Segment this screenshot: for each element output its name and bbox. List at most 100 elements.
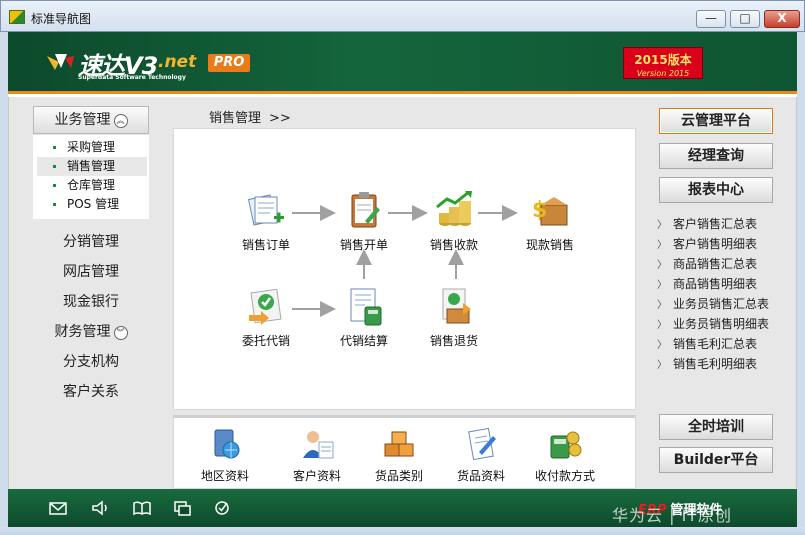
- report-link-customer-sales-summary[interactable]: 〉客户销售汇总表: [657, 215, 757, 232]
- submenu-item-sales[interactable]: 销售管理: [37, 157, 147, 176]
- logo-subtitle: Superdata Software Technology: [78, 74, 186, 81]
- report-link-label: 销售毛利汇总表: [673, 337, 758, 351]
- flow-node-sales-invoice[interactable]: 销售开单: [324, 189, 404, 253]
- window-frame-left: [0, 32, 8, 527]
- nav-item-online-store[interactable]: 网店管理: [33, 261, 149, 281]
- report-link-goods-sales-summary[interactable]: 〉商品销售汇总表: [657, 255, 757, 272]
- check-refresh-icon[interactable]: [212, 499, 232, 517]
- flow-arrows: [292, 205, 518, 317]
- window-title: 标准导航图: [31, 12, 92, 26]
- report-link-label: 业务员销售明细表: [673, 317, 770, 331]
- report-link-label: 销售毛利明细表: [673, 357, 758, 371]
- flow-node-cash-sales[interactable]: $ 现款销售: [510, 189, 590, 253]
- windows-icon[interactable]: [172, 499, 192, 517]
- nav-item-finance[interactable]: 财务管理 ︾: [33, 321, 149, 341]
- report-link-label: 商品销售汇总表: [673, 257, 758, 271]
- customer-data-icon: [303, 431, 334, 459]
- tool-customer-data[interactable]: 客户资料: [282, 426, 352, 484]
- book-icon[interactable]: [132, 499, 152, 517]
- flow-node-label: 委托代销: [241, 334, 290, 348]
- chevron-right-icon: 〉: [657, 280, 667, 291]
- speaker-icon[interactable]: [90, 499, 110, 517]
- report-link-label: 业务员销售汇总表: [673, 297, 770, 311]
- chevron-right-icon: 〉: [657, 300, 667, 311]
- submenu-item-warehouse[interactable]: 仓库管理: [37, 176, 147, 195]
- nav-item-distribution[interactable]: 分销管理: [33, 231, 149, 251]
- sales-return-icon: [442, 288, 471, 324]
- cash-sales-icon: $: [532, 197, 568, 226]
- report-link-goods-sales-detail[interactable]: 〉商品销售明细表: [657, 275, 757, 292]
- manager-query-button[interactable]: 经理查询: [659, 143, 773, 169]
- consignment-icon: [249, 288, 282, 325]
- submenu-item-purchase[interactable]: 采购管理: [37, 138, 147, 157]
- app-icon: [9, 10, 25, 24]
- nav-item-cash-bank[interactable]: 现金银行: [33, 291, 149, 311]
- bullet-icon: [53, 203, 56, 206]
- builder-platform-button[interactable]: Builder平台: [659, 447, 773, 473]
- cloud-management-button[interactable]: 云管理平台: [659, 108, 773, 134]
- flow-diagram-panel: 销售订单 销售开单 销售收款 $ 现款销售 委托代销 代销结算 销售退货: [173, 128, 636, 410]
- close-button[interactable]: X: [764, 10, 800, 28]
- flow-node-label: 代销结算: [339, 334, 388, 348]
- submenu-label: 仓库管理: [67, 178, 116, 192]
- logo-mark-icon: [47, 54, 74, 70]
- maximize-button[interactable]: □: [730, 10, 760, 28]
- sales-receipt-icon: [436, 190, 472, 226]
- training-button[interactable]: 全时培训: [659, 414, 773, 440]
- chevron-right-icon: 〉: [657, 360, 667, 371]
- flow-node-label: 现款销售: [525, 238, 574, 252]
- submenu-label: 销售管理: [67, 159, 116, 173]
- nav-item-crm[interactable]: 客户关系: [33, 381, 149, 401]
- goods-data-icon: [468, 427, 496, 461]
- chevron-right-icon: 〉: [657, 260, 667, 271]
- tool-label: 收付款方式: [534, 469, 595, 483]
- tool-payment-method[interactable]: 收付款方式: [530, 426, 600, 484]
- header-banner: 速达V3 .net Superdata Software Technology …: [8, 32, 797, 94]
- report-link-customer-sales-detail[interactable]: 〉客户销售明细表: [657, 235, 757, 252]
- tool-label: 地区资料: [200, 469, 249, 483]
- flow-node-consignment-settlement[interactable]: 代销结算: [324, 285, 404, 349]
- chevron-down-icon[interactable]: ︾: [113, 326, 128, 340]
- report-link-salesman-summary[interactable]: 〉业务员销售汇总表: [657, 295, 769, 312]
- flow-node-sales-receipt[interactable]: 销售收款: [414, 189, 494, 253]
- tool-label: 货品资料: [456, 469, 505, 483]
- window-frame-right: [797, 32, 805, 527]
- bullet-icon: [53, 146, 56, 149]
- chevron-right-icon: 〉: [657, 220, 667, 231]
- report-link-label: 客户销售明细表: [673, 237, 758, 251]
- version-badge: 2015版本 Version 2015: [623, 47, 703, 79]
- report-center-button[interactable]: 报表中心: [659, 177, 773, 203]
- flow-node-label: 销售订单: [241, 238, 290, 252]
- mail-icon[interactable]: [48, 499, 68, 517]
- nav-group-business-management[interactable]: 业务管理 ︽: [33, 106, 149, 134]
- report-link-gross-profit-detail[interactable]: 〉销售毛利明细表: [657, 355, 757, 372]
- bullet-icon: [53, 184, 56, 187]
- tool-goods-category[interactable]: 货品类别: [364, 426, 434, 484]
- flow-node-consignment[interactable]: 委托代销: [226, 285, 306, 349]
- main-content: 业务管理 ︽ 采购管理 销售管理 仓库管理 POS 管理 分销管理 网店管理 现金…: [8, 97, 797, 489]
- chevron-right-icon: 〉: [657, 240, 667, 251]
- flow-node-sales-order[interactable]: 销售订单: [226, 189, 306, 253]
- report-link-label: 客户销售汇总表: [673, 217, 758, 231]
- nav-item-label: 财务管理: [54, 324, 111, 340]
- flow-node-label: 销售收款: [429, 238, 478, 252]
- svg-text:$: $: [532, 198, 547, 223]
- region-data-icon: [214, 429, 240, 459]
- flow-node-sales-return[interactable]: 销售退货: [414, 285, 494, 349]
- consignment-settlement-icon: [350, 288, 382, 326]
- logo-net: .net: [158, 52, 197, 72]
- submenu-label: 采购管理: [67, 140, 116, 154]
- breadcrumb: 销售管理 >>: [209, 107, 291, 126]
- tool-region-data[interactable]: 地区资料: [190, 426, 260, 484]
- report-link-salesman-detail[interactable]: 〉业务员销售明细表: [657, 315, 769, 332]
- chevron-up-icon[interactable]: ︽: [113, 114, 128, 128]
- minimize-button[interactable]: —: [696, 10, 726, 28]
- watermark: 华为云 | IT原创: [612, 506, 733, 525]
- breadcrumb-separator: >>: [269, 111, 291, 126]
- payment-method-icon: [550, 431, 582, 459]
- report-link-gross-profit-summary[interactable]: 〉销售毛利汇总表: [657, 335, 757, 352]
- nav-item-branches[interactable]: 分支机构: [33, 351, 149, 371]
- tool-goods-data[interactable]: 货品资料: [446, 426, 516, 484]
- submenu-item-pos[interactable]: POS 管理: [37, 195, 147, 214]
- flow-node-label: 销售退货: [429, 334, 478, 348]
